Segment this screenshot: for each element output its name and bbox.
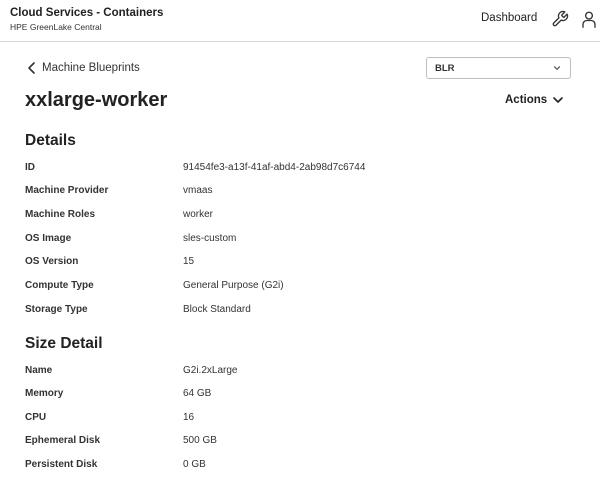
detail-row: Machine Roles worker — [25, 209, 585, 225]
detail-value: 15 — [183, 256, 195, 267]
size-detail-value: 500 GB — [183, 435, 217, 446]
size-detail-label: CPU — [25, 412, 47, 423]
detail-label: OS Image — [25, 233, 72, 244]
detail-label: Storage Type — [25, 304, 88, 315]
detail-label: Machine Roles — [25, 209, 96, 220]
wrench-icon[interactable] — [551, 10, 569, 28]
size-detail-value: 64 GB — [183, 388, 212, 399]
dashboard-link[interactable]: Dashboard — [481, 12, 537, 24]
chevron-left-icon — [26, 61, 38, 75]
size-detail-label: Memory — [25, 388, 64, 399]
back-to-machine-blueprints-link[interactable]: Machine Blueprints — [26, 60, 140, 76]
details-heading: Details — [25, 132, 76, 149]
detail-value: Block Standard — [183, 304, 251, 315]
detail-value: General Purpose (G2i) — [183, 280, 284, 291]
detail-row: ID 91454fe3-a13f-41af-abd4-2ab98d7c6744 — [25, 162, 585, 178]
app-subtitle: HPE GreenLake Central — [10, 22, 102, 32]
detail-label: OS Version — [25, 256, 79, 267]
detail-value: 91454fe3-a13f-41af-abd4-2ab98d7c6744 — [183, 162, 366, 173]
detail-row: Compute Type General Purpose (G2i) — [25, 280, 585, 296]
size-detail-label: Name — [25, 365, 53, 376]
size-detail-label: Persistent Disk — [25, 459, 98, 470]
size-detail-value: 16 — [183, 412, 195, 423]
app-header: Cloud Services - Containers HPE GreenLak… — [0, 0, 600, 42]
chevron-down-icon — [553, 64, 561, 72]
size-detail-row: Name G2i.2xLarge — [25, 365, 585, 381]
user-icon[interactable] — [580, 10, 598, 28]
detail-value: vmaas — [183, 185, 213, 196]
region-select-value: BLR — [435, 63, 455, 74]
detail-row: OS Image sles-custom — [25, 233, 585, 249]
page-title: xxlarge-worker — [25, 89, 168, 111]
detail-row: OS Version 15 — [25, 256, 585, 272]
app-title: Cloud Services - Containers — [10, 7, 164, 19]
size-detail-heading: Size Detail — [25, 335, 103, 352]
detail-row: Machine Provider vmaas — [25, 185, 585, 201]
size-detail-value: 0 GB — [183, 459, 206, 470]
size-detail-row: Ephemeral Disk 500 GB — [25, 435, 585, 451]
detail-label: Machine Provider — [25, 185, 109, 196]
actions-menu-button[interactable]: Actions — [505, 94, 564, 106]
size-detail-row: CPU 16 — [25, 412, 585, 428]
detail-row: Storage Type Block Standard — [25, 304, 585, 320]
region-select[interactable]: BLR — [426, 57, 571, 79]
back-link-label: Machine Blueprints — [42, 62, 140, 74]
size-detail-value: G2i.2xLarge — [183, 365, 238, 376]
size-detail-label: Ephemeral Disk — [25, 435, 101, 446]
detail-label: ID — [25, 162, 35, 173]
actions-label: Actions — [505, 94, 548, 106]
size-detail-row: Memory 64 GB — [25, 388, 585, 404]
detail-label: Compute Type — [25, 280, 94, 291]
chevron-down-icon — [552, 94, 564, 106]
detail-value: sles-custom — [183, 233, 237, 244]
detail-value: worker — [183, 209, 214, 220]
size-detail-row: Persistent Disk 0 GB — [25, 459, 585, 475]
